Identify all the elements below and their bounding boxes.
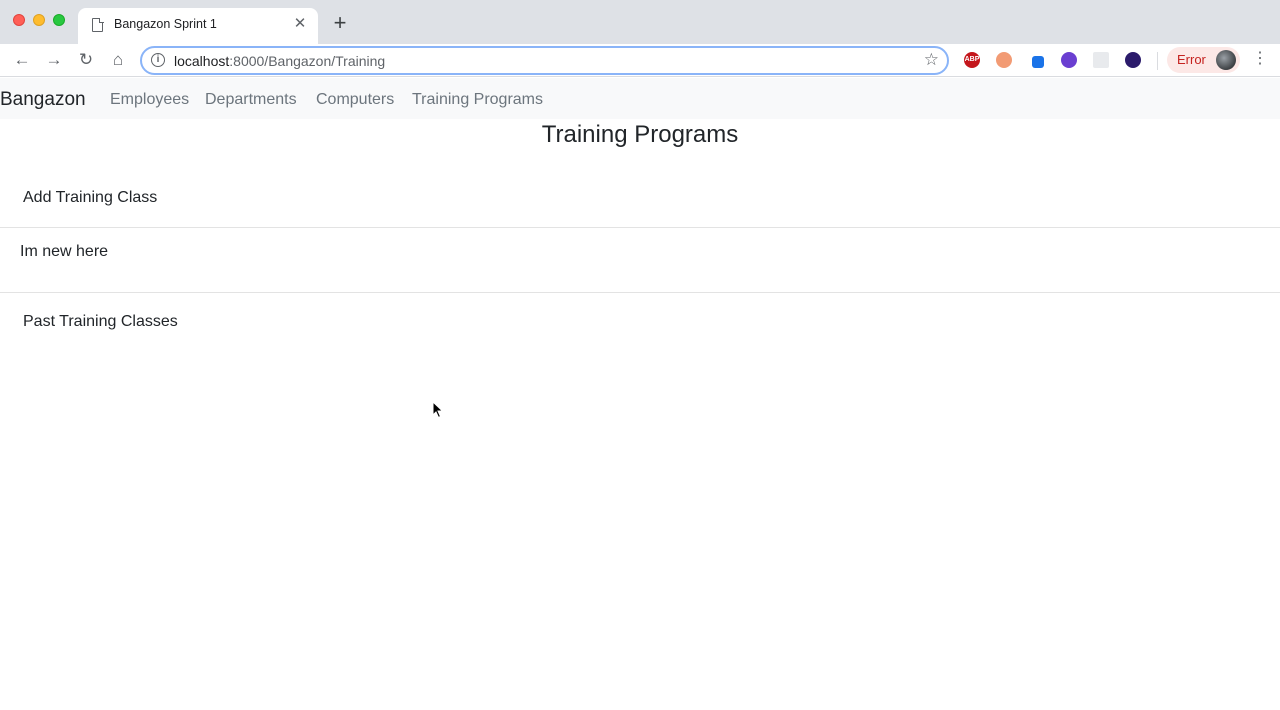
add-training-class-link[interactable]: Add Training Class bbox=[23, 189, 157, 207]
profile-error-button[interactable]: Error bbox=[1167, 47, 1240, 73]
orange-extension-icon[interactable] bbox=[996, 52, 1012, 68]
error-label: Error bbox=[1177, 52, 1206, 67]
url-text[interactable]: localhost:8000/Bangazon/Training bbox=[174, 53, 385, 69]
tab-title: Bangazon Sprint 1 bbox=[114, 17, 217, 31]
dark-extension-icon[interactable] bbox=[1125, 52, 1141, 68]
url-host: localhost bbox=[174, 53, 230, 69]
back-arrow-icon[interactable]: ← bbox=[11, 50, 33, 70]
nav-link-training-programs[interactable]: Training Programs bbox=[412, 91, 543, 109]
grey-extension-icon[interactable] bbox=[1093, 52, 1109, 68]
avatar bbox=[1216, 50, 1236, 70]
document-icon bbox=[92, 17, 104, 32]
divider bbox=[0, 292, 1280, 293]
minimize-window-button[interactable] bbox=[33, 14, 45, 26]
site-navbar: Bangazon Employees Departments Computers… bbox=[0, 78, 1280, 119]
maximize-window-button[interactable] bbox=[53, 14, 65, 26]
training-program-item[interactable]: Im new here bbox=[20, 243, 108, 261]
browser-toolbar: ← → ↻ ⌂ i localhost:8000/Bangazon/Traini… bbox=[0, 44, 1280, 77]
site-info-icon[interactable]: i bbox=[151, 53, 165, 67]
url-path: :8000/Bangazon/Training bbox=[229, 53, 386, 69]
browser-menu-icon[interactable]: ⋮ bbox=[1252, 49, 1268, 69]
home-icon[interactable]: ⌂ bbox=[107, 50, 129, 70]
new-tab-icon[interactable]: + bbox=[330, 12, 350, 34]
nav-link-departments[interactable]: Departments bbox=[205, 91, 297, 109]
reload-icon[interactable]: ↻ bbox=[75, 50, 97, 70]
past-training-classes-link[interactable]: Past Training Classes bbox=[23, 313, 178, 331]
nav-link-employees[interactable]: Employees bbox=[110, 91, 189, 109]
mouse-cursor-icon bbox=[432, 401, 444, 419]
adblock-icon[interactable]: ABP bbox=[964, 52, 980, 68]
bookmark-star-icon[interactable]: ☆ bbox=[924, 50, 939, 70]
purple-cube-extension-icon[interactable] bbox=[1061, 52, 1077, 68]
browser-tab[interactable]: Bangazon Sprint 1 ✕ bbox=[78, 8, 318, 44]
eyedropper-extension-icon[interactable] bbox=[1032, 56, 1044, 68]
forward-arrow-icon[interactable]: → bbox=[43, 50, 65, 70]
close-tab-icon[interactable]: ✕ bbox=[292, 16, 308, 32]
close-window-button[interactable] bbox=[13, 14, 25, 26]
nav-link-computers[interactable]: Computers bbox=[316, 91, 394, 109]
browser-tabstrip: Bangazon Sprint 1 ✕ + bbox=[0, 0, 1280, 44]
address-bar[interactable]: i localhost:8000/Bangazon/Training ☆ bbox=[140, 46, 949, 75]
brand-link[interactable]: Bangazon bbox=[0, 89, 86, 111]
divider bbox=[0, 227, 1280, 228]
page-title: Training Programs bbox=[541, 121, 739, 148]
toolbar-divider bbox=[1157, 52, 1158, 70]
